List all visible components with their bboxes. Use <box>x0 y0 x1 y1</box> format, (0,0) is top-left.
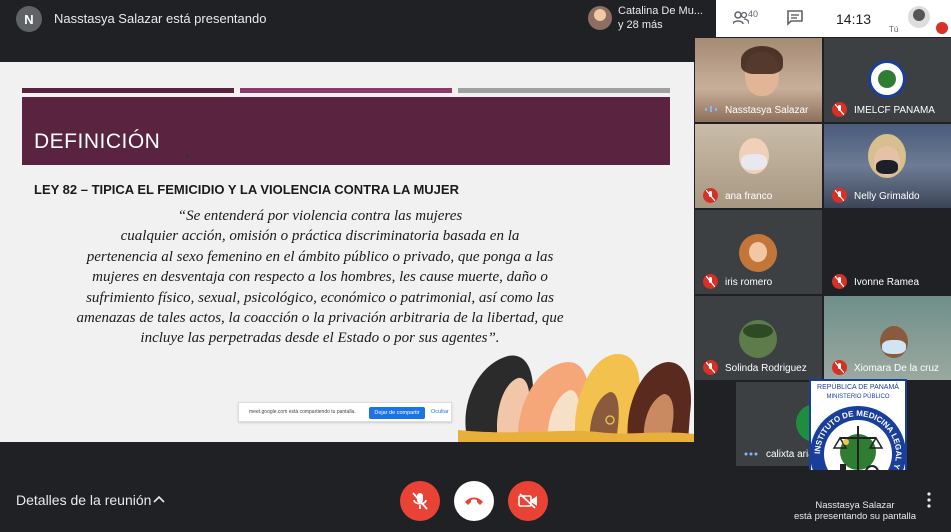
muted-mic-icon <box>832 102 847 117</box>
people-icon <box>733 11 749 25</box>
slide-stripe-2 <box>240 88 452 93</box>
presenting-notice: Nasstasya Salazar está presentando su pa… <box>775 500 935 522</box>
presenter-avatar: N <box>16 6 42 32</box>
muted-mic-icon <box>832 188 847 203</box>
slide-stripe-3 <box>458 88 670 93</box>
participant-tile-ana[interactable]: ana franco <box>695 124 822 208</box>
top-bar: N Nasstasya Salazar está presentando Cat… <box>0 0 951 37</box>
participant-preview-more: y 28 más <box>618 19 663 31</box>
participant-name: Ivonne Ramea <box>854 277 920 288</box>
screen-share-notice: meet.google.com está compartiendo tu pan… <box>238 402 452 422</box>
people-count: 40 <box>748 9 759 19</box>
quote-line: sufrimiento físico, sexual, psicológico,… <box>86 289 554 306</box>
logo-line-1: REPÚBLICA DE PANAMÁ <box>817 382 899 391</box>
meeting-details-button[interactable]: Detalles de la reunión <box>16 492 151 508</box>
law-heading: LEY 82 – TIPICA EL FEMICIDIO Y LA VIOLEN… <box>34 182 459 197</box>
participant-avatar <box>868 60 906 98</box>
presenting-status: está presentando su pantalla <box>793 511 916 522</box>
participant-avatar <box>739 320 777 358</box>
participant-name: iris romero <box>725 277 773 288</box>
camera-off-icon <box>518 493 537 509</box>
participant-mask <box>876 160 898 174</box>
quote-line: “Se entenderá por violencia contra las m… <box>177 208 463 224</box>
quote-line: mujeres en desventaja con respecto a los… <box>92 269 548 286</box>
muted-mic-icon <box>703 274 718 289</box>
participant-tile-xiomara[interactable]: Xiomara De la cruz <box>824 296 951 380</box>
definition-quote: “Se entenderá por violencia contra las m… <box>50 206 590 349</box>
participant-preview-avatar <box>588 6 612 30</box>
bottom-bar: Detalles de la reunión Nasstasya Salazar… <box>0 470 951 532</box>
participant-tile-ivonne[interactable]: Ivonne Ramea <box>824 210 951 294</box>
slide-title: DEFINICIÓN <box>34 130 161 153</box>
participant-tile-nasstasya[interactable]: Nasstasya Salazar <box>695 38 822 122</box>
participant-name: ana franco <box>725 191 773 202</box>
participants-preview[interactable]: Catalina De Mu... y 28 más <box>582 0 716 37</box>
end-call-button[interactable] <box>454 481 494 521</box>
clock: 14:13 <box>836 11 872 27</box>
share-notice-text: meet.google.com está compartiendo tu pan… <box>249 409 356 415</box>
mic-off-icon <box>412 492 428 510</box>
logo-line-2: MINISTERIO PÚBLICO <box>826 393 889 400</box>
participant-avatar <box>739 234 777 272</box>
presenting-name: Nasstasya Salazar <box>815 500 895 511</box>
participant-name: IMELCF PANAMA <box>854 105 935 116</box>
mic-toggle-button[interactable] <box>400 481 440 521</box>
self-avatar[interactable] <box>908 6 930 28</box>
more-options-icon[interactable] <box>926 490 932 510</box>
muted-mic-icon <box>832 360 847 375</box>
camera-toggle-button[interactable] <box>508 481 548 521</box>
shared-slide: DEFINICIÓN LEY 82 – TIPICA EL FEMICIDIO … <box>0 62 694 442</box>
participant-tile-imelcf[interactable]: IMELCF PANAMA <box>824 38 951 122</box>
hide-notice-button[interactable]: Ocultar <box>431 409 449 415</box>
self-label: Tú <box>889 25 899 34</box>
muted-mic-icon <box>703 360 718 375</box>
speaking-indicator-icon <box>744 452 758 456</box>
participant-name: Nelly Grimaldo <box>854 191 920 202</box>
presenter-status: Nasstasya Salazar está presentando <box>54 11 267 26</box>
self-mic-off-icon <box>936 22 948 34</box>
speaking-indicator-icon <box>705 106 717 112</box>
quote-line: amenazas de tales actos, la coacción o l… <box>76 310 564 327</box>
chat-button[interactable] <box>786 9 804 32</box>
phone-hangup-icon <box>465 497 483 505</box>
participant-tile-nelly[interactable]: Nelly Grimaldo <box>824 124 951 208</box>
participant-hair <box>741 46 783 74</box>
slide-title-band: DEFINICIÓN <box>22 97 670 165</box>
participant-mask <box>741 154 767 170</box>
chat-icon <box>787 10 803 26</box>
chevron-up-icon[interactable] <box>153 494 165 504</box>
women-illustration <box>458 354 694 442</box>
participant-name: Xiomara De la cruz <box>854 363 940 374</box>
participant-preview-name: Catalina De Mu... <box>618 5 703 17</box>
people-button[interactable]: 40 <box>733 9 765 29</box>
mouse-cursor-icon <box>186 154 190 160</box>
participant-tile-iris[interactable]: iris romero <box>695 210 822 294</box>
quote-line: pertenencia al sexo femenino en el ámbit… <box>86 248 554 265</box>
slide-stripe-1 <box>22 88 234 93</box>
participant-name: Nasstasya Salazar <box>725 105 809 116</box>
participant-tile-solinda[interactable]: Solinda Rodriguez <box>695 296 822 380</box>
muted-mic-icon <box>703 188 718 203</box>
participant-name: Solinda Rodriguez <box>725 363 807 374</box>
muted-mic-icon <box>832 274 847 289</box>
participant-mask <box>882 340 906 354</box>
stop-sharing-button[interactable]: Dejar de compartir <box>369 407 425 419</box>
quote-line: cualquier acción, omisión o práctica dis… <box>120 228 520 245</box>
